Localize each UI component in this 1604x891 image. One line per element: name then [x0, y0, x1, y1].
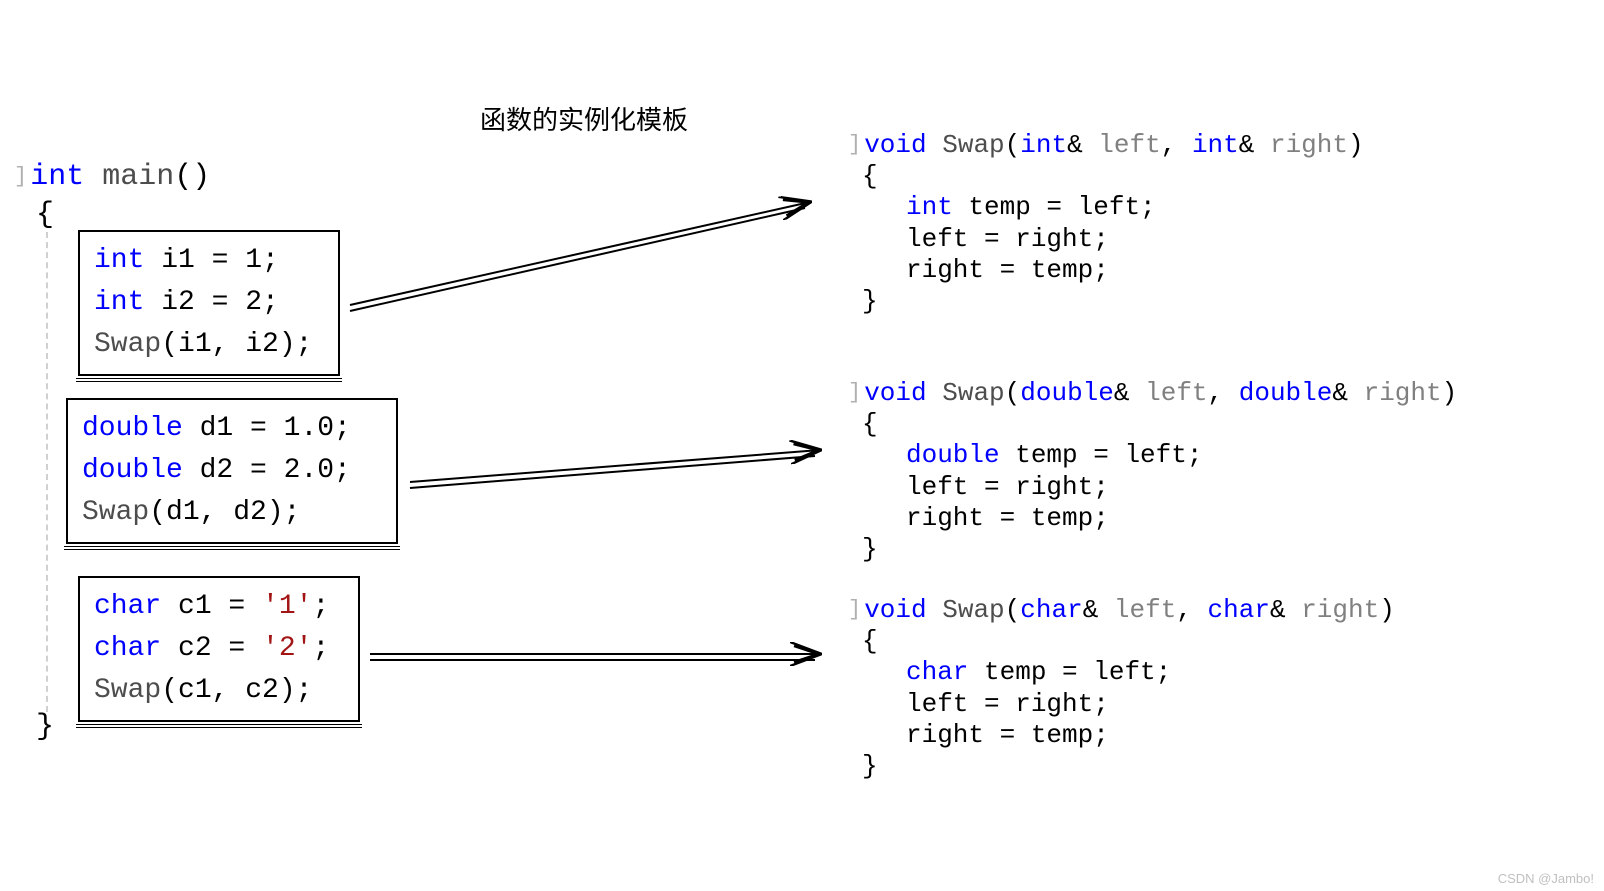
main-signature: ]int main(): [14, 160, 210, 194]
main-close-brace: }: [36, 710, 54, 744]
swap-double: ]void Swap(double& left, double& right) …: [848, 378, 1457, 565]
arrow-char: [360, 640, 840, 680]
main-open-brace: {: [36, 198, 54, 232]
arrow-int: [340, 180, 830, 320]
arrow-double: [400, 440, 840, 500]
diagram-title: 函数的实例化模板: [480, 100, 688, 137]
indent-guide: [46, 232, 48, 712]
swap-char: ]void Swap(char& left, char& right) { ch…: [848, 595, 1395, 782]
watermark: CSDN @Jambo!: [1498, 871, 1594, 886]
code-box-char: char c1 = '1'; char c2 = '2'; Swap(c1, c…: [78, 576, 360, 722]
swap-int: ]void Swap(int& left, int& right) { int …: [848, 130, 1364, 317]
code-box-int: int i1 = 1; int i2 = 2; Swap(i1, i2);: [78, 230, 340, 376]
code-box-double: double d1 = 1.0; double d2 = 2.0; Swap(d…: [66, 398, 398, 544]
